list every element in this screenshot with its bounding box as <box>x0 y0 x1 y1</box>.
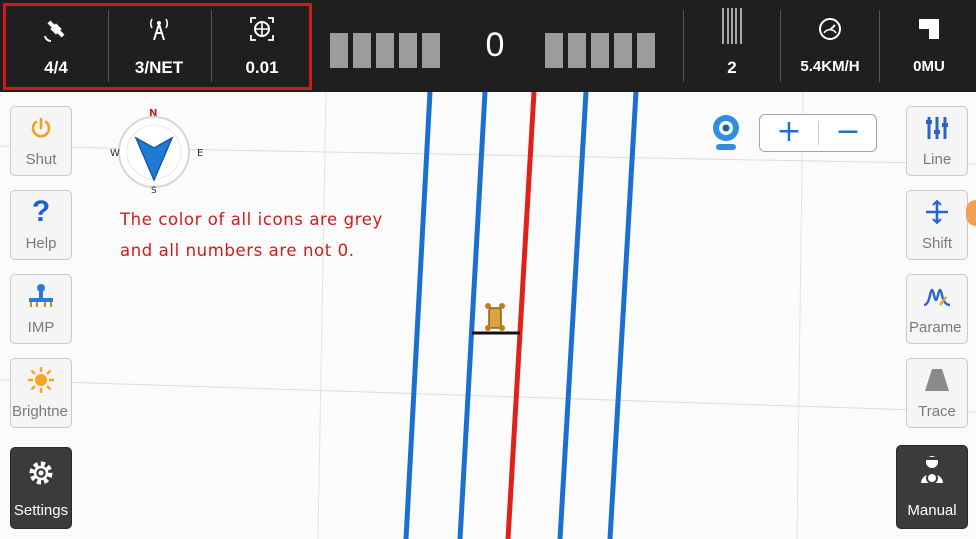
line-label: Line <box>922 151 952 168</box>
area-status[interactable]: 0MU <box>882 0 976 92</box>
trace-button[interactable]: Trace <box>906 358 968 428</box>
parameter-button[interactable]: Parame <box>906 274 968 344</box>
divider <box>879 10 880 82</box>
shut-label: Shut <box>25 151 57 168</box>
offset-right-bar <box>545 33 655 68</box>
area-value: 0MU <box>913 58 945 75</box>
highlight-box <box>3 3 312 90</box>
zoom-out-button[interactable]: − <box>819 115 877 151</box>
line-button[interactable]: Line <box>906 106 968 176</box>
offset-block <box>422 33 440 68</box>
compass: N E S W <box>110 108 203 196</box>
offset-block <box>614 33 632 68</box>
tractor-icon <box>485 303 505 331</box>
active-guide-line <box>505 92 537 539</box>
offset-block <box>399 33 417 68</box>
sliders-icon <box>926 117 948 139</box>
zoom-control: + − <box>759 114 877 152</box>
compass-east: E <box>197 148 204 159</box>
speed-status[interactable]: 5.4KM/H <box>783 0 877 92</box>
brightness-label: Brightne <box>12 403 68 420</box>
webcam-icon <box>713 115 739 150</box>
brightness-button[interactable]: Brightne <box>10 358 72 428</box>
help-button[interactable]: ? Help <box>10 190 72 260</box>
shift-button[interactable]: Shift <box>906 190 968 260</box>
parameter-label: Parame <box>909 319 962 336</box>
settings-label: Settings <box>13 502 69 519</box>
help-label: Help <box>25 235 57 252</box>
offset-block <box>545 33 563 68</box>
offset-block <box>637 33 655 68</box>
offset-left-bar <box>330 33 440 68</box>
area-icon <box>919 19 939 39</box>
offset-block <box>568 33 586 68</box>
grid-line <box>796 92 804 539</box>
shift-label: Shift <box>921 235 952 252</box>
imp-button[interactable]: IMP <box>10 274 72 344</box>
divider <box>780 10 781 82</box>
settings-button[interactable]: Settings <box>10 447 72 529</box>
speed-value: 5.4KM/H <box>800 58 860 75</box>
question-icon: ? <box>31 195 51 228</box>
offset-block <box>330 33 348 68</box>
offset-block <box>591 33 609 68</box>
grid-line <box>317 92 327 539</box>
lines-icon <box>722 8 742 44</box>
line-number-value: 2 <box>727 58 737 77</box>
divider <box>683 10 684 82</box>
guide-line <box>557 92 589 539</box>
imp-label: IMP <box>27 319 55 336</box>
line-number-status[interactable]: 2 <box>686 0 778 92</box>
wave-icon <box>923 288 951 307</box>
manual-label: Manual <box>907 502 957 519</box>
trace-icon <box>925 369 949 391</box>
camera-button[interactable] <box>710 113 742 153</box>
gear-icon <box>29 461 53 485</box>
driver-icon <box>921 456 943 484</box>
navigation-screen: N E S W The color of all icons are grey … <box>0 0 976 539</box>
shut-button[interactable]: Shut <box>10 106 72 176</box>
shift-arrows-icon <box>926 199 948 225</box>
guide-line <box>457 92 488 539</box>
trace-label: Trace <box>918 403 956 420</box>
guide-line <box>403 92 433 539</box>
zoom-in-button[interactable]: + <box>760 115 818 151</box>
sun-icon <box>28 367 54 393</box>
compass-south: S <box>151 186 157 196</box>
guide-line <box>607 92 639 539</box>
implement-icon <box>29 284 53 307</box>
offset-value: 0 <box>485 26 505 64</box>
status-bar: 4/4 3/NET 0.01 0 2 5.4KM/H 0MU <box>0 0 976 92</box>
power-icon <box>31 117 51 138</box>
offset-block <box>376 33 394 68</box>
offset-block <box>353 33 371 68</box>
compass-west: W <box>110 148 120 159</box>
manual-button[interactable]: Manual <box>896 445 968 529</box>
annotation-note: The color of all icons are grey and all … <box>120 210 383 260</box>
shift-indicator-dot <box>966 200 976 226</box>
speedometer-icon <box>819 18 841 40</box>
grid-line <box>0 379 976 413</box>
compass-north: N <box>149 108 158 119</box>
